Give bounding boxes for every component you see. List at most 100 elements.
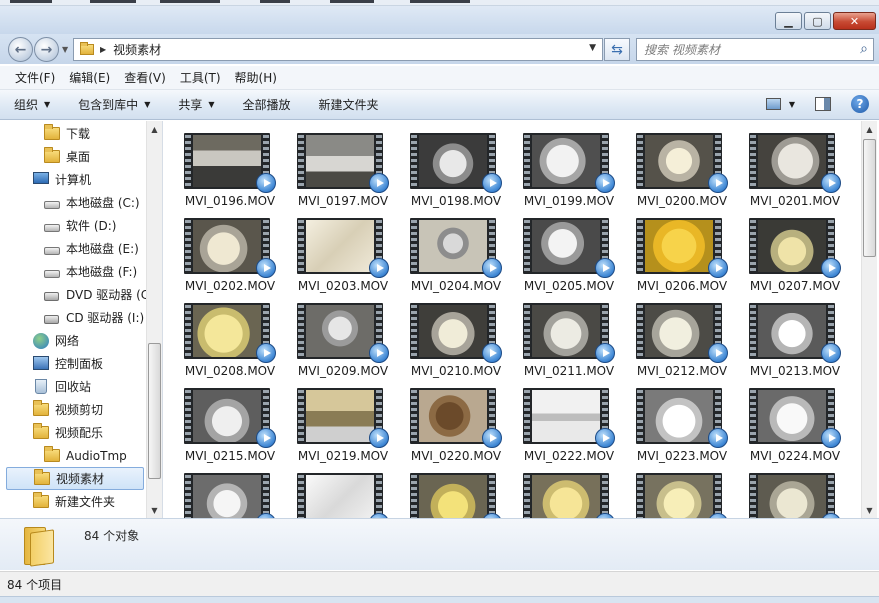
file-tile[interactable]: MVI_0206.MOV [627, 212, 737, 294]
file-tile[interactable]: MVI_0223.MOV [627, 382, 737, 464]
file-tile[interactable]: MVI_0197.MOV [288, 127, 398, 209]
breadcrumb-separator-icon[interactable]: ▶ [100, 45, 106, 54]
sidebar-item[interactable]: CD 驱动器 (I:) [44, 306, 144, 329]
navigation-scrollbar[interactable]: ▲ ▼ [146, 121, 162, 518]
navigation-pane: 下载桌面计算机 本地磁盘 (C:) 软件 (D:) 本地磁盘 (E:) 本地磁盘 (F:… [0, 121, 163, 518]
sidebar-item[interactable]: 新建文件夹 [33, 490, 115, 513]
file-tile[interactable]: MVI_0212.MOV [627, 297, 737, 379]
organize-button[interactable]: 组织 ▼ [14, 96, 50, 113]
menu-tools[interactable]: 工具(T) [173, 69, 228, 86]
forward-button[interactable]: → [34, 37, 59, 62]
share-button[interactable]: 共享 ▼ [178, 96, 214, 113]
sidebar-item[interactable]: 软件 (D:) [44, 214, 116, 237]
video-frame [193, 390, 261, 442]
file-tile[interactable]: MVI_0211.MOV [514, 297, 624, 379]
file-view-scrollbar[interactable]: ▲ ▼ [861, 121, 877, 518]
menu-edit[interactable]: 编辑(E) [62, 69, 117, 86]
file-tile[interactable]: MVI_0215.MOV [175, 382, 285, 464]
sidebar-item-label: 下载 [66, 127, 91, 141]
file-tile[interactable]: MVI_0204.MOV [401, 212, 511, 294]
sidebar-item[interactable]: 视频剪切 [33, 398, 103, 421]
video-frame [419, 475, 487, 518]
menu-help[interactable]: 帮助(H) [228, 69, 284, 86]
back-button[interactable]: ← [8, 37, 33, 62]
file-tile[interactable] [288, 467, 398, 518]
file-tile[interactable]: MVI_0205.MOV [514, 212, 624, 294]
file-name: MVI_0200.MOV [636, 194, 728, 208]
file-tile[interactable]: MVI_0203.MOV [288, 212, 398, 294]
minimize-button[interactable]: ▁ [775, 12, 802, 30]
help-icon[interactable]: ? [851, 95, 869, 113]
sidebar-item[interactable]: AudioTmp [44, 444, 127, 467]
video-thumbnail [184, 388, 276, 448]
search-input[interactable] [637, 39, 842, 60]
file-view-scroll-thumb[interactable] [863, 139, 876, 257]
video-frame [193, 305, 261, 357]
address-dropdown-icon[interactable]: ▼ [589, 43, 596, 53]
file-view: MVI_0196.MOV MVI_0197.MOV MVI_0198.MOV MVI_… [164, 121, 879, 518]
sidebar-item[interactable]: DVD 驱动器 (C [44, 283, 149, 306]
scroll-down-icon[interactable]: ▼ [147, 502, 162, 518]
file-tile[interactable] [401, 467, 511, 518]
video-frame [306, 220, 374, 272]
file-tile[interactable] [627, 467, 737, 518]
file-tile[interactable]: MVI_0208.MOV [175, 297, 285, 379]
search-box: ⌕ [636, 38, 874, 61]
video-frame [532, 220, 600, 272]
menu-file[interactable]: 文件(F) [8, 69, 62, 86]
file-tile[interactable]: MVI_0224.MOV [740, 382, 850, 464]
sidebar-item[interactable]: 视频素材 [6, 467, 144, 490]
file-tile[interactable]: MVI_0200.MOV [627, 127, 737, 209]
scroll-up-icon[interactable]: ▲ [862, 121, 877, 137]
file-name: MVI_0196.MOV [184, 194, 276, 208]
sidebar-item[interactable]: 计算机 [33, 168, 91, 191]
preview-pane-icon[interactable] [815, 97, 831, 111]
menu-view[interactable]: 查看(V) [117, 69, 173, 86]
file-tile[interactable]: MVI_0222.MOV [514, 382, 624, 464]
include-in-library-button[interactable]: 包含到库中 ▼ [78, 96, 150, 113]
sidebar-item[interactable]: 视频配乐 [33, 421, 103, 444]
video-frame [193, 475, 261, 518]
view-options-dropdown-icon[interactable]: ▼ [789, 100, 795, 109]
file-tile[interactable] [740, 467, 850, 518]
file-tile[interactable]: MVI_0202.MOV [175, 212, 285, 294]
breadcrumb-current-folder[interactable]: 视频素材 [113, 41, 161, 58]
address-bar[interactable]: ▶ 视频素材 ▼ [73, 38, 603, 61]
play-overlay-icon [821, 173, 841, 193]
sidebar-item[interactable]: 桌面 [44, 145, 90, 168]
close-button[interactable]: ✕ [833, 12, 876, 30]
sidebar-item[interactable]: 本地磁盘 (C:) [44, 191, 140, 214]
navigation-scroll-thumb[interactable] [148, 343, 161, 479]
search-icon[interactable]: ⌕ [860, 41, 868, 57]
sidebar-item[interactable]: 本地磁盘 (E:) [44, 237, 139, 260]
file-tile[interactable]: MVI_0196.MOV [175, 127, 285, 209]
video-frame [645, 220, 713, 272]
file-tile[interactable]: MVI_0198.MOV [401, 127, 511, 209]
recent-pages-dropdown[interactable]: ▼ [62, 45, 68, 54]
file-tile[interactable]: MVI_0220.MOV [401, 382, 511, 464]
scroll-up-icon[interactable]: ▲ [147, 121, 162, 137]
sidebar-item[interactable]: 回收站 [33, 375, 91, 398]
change-view-icon[interactable] [765, 98, 781, 110]
sidebar-item[interactable]: 下载 [44, 122, 90, 145]
file-tile[interactable]: MVI_0219.MOV [288, 382, 398, 464]
maximize-button[interactable]: ▢ [804, 12, 831, 30]
new-folder-button[interactable]: 新建文件夹 [319, 96, 379, 113]
file-tile[interactable] [175, 467, 285, 518]
file-tile[interactable]: MVI_0201.MOV [740, 127, 850, 209]
file-tile[interactable] [514, 467, 624, 518]
play-all-button[interactable]: 全部播放 [243, 96, 291, 113]
file-tile[interactable]: MVI_0207.MOV [740, 212, 850, 294]
sidebar-item[interactable]: 控制面板 [33, 352, 103, 375]
file-tile[interactable]: MVI_0213.MOV [740, 297, 850, 379]
file-tile[interactable]: MVI_0209.MOV [288, 297, 398, 379]
video-thumbnail [523, 133, 615, 193]
sidebar-item-label: 桌面 [66, 150, 91, 164]
refresh-button[interactable]: ⇆ [604, 38, 630, 61]
file-tile[interactable]: MVI_0199.MOV [514, 127, 624, 209]
sidebar-item[interactable]: 网络 [33, 329, 79, 352]
scroll-down-icon[interactable]: ▼ [862, 502, 877, 518]
video-thumbnail [410, 303, 502, 363]
file-tile[interactable]: MVI_0210.MOV [401, 297, 511, 379]
sidebar-item[interactable]: 本地磁盘 (F:) [44, 260, 137, 283]
